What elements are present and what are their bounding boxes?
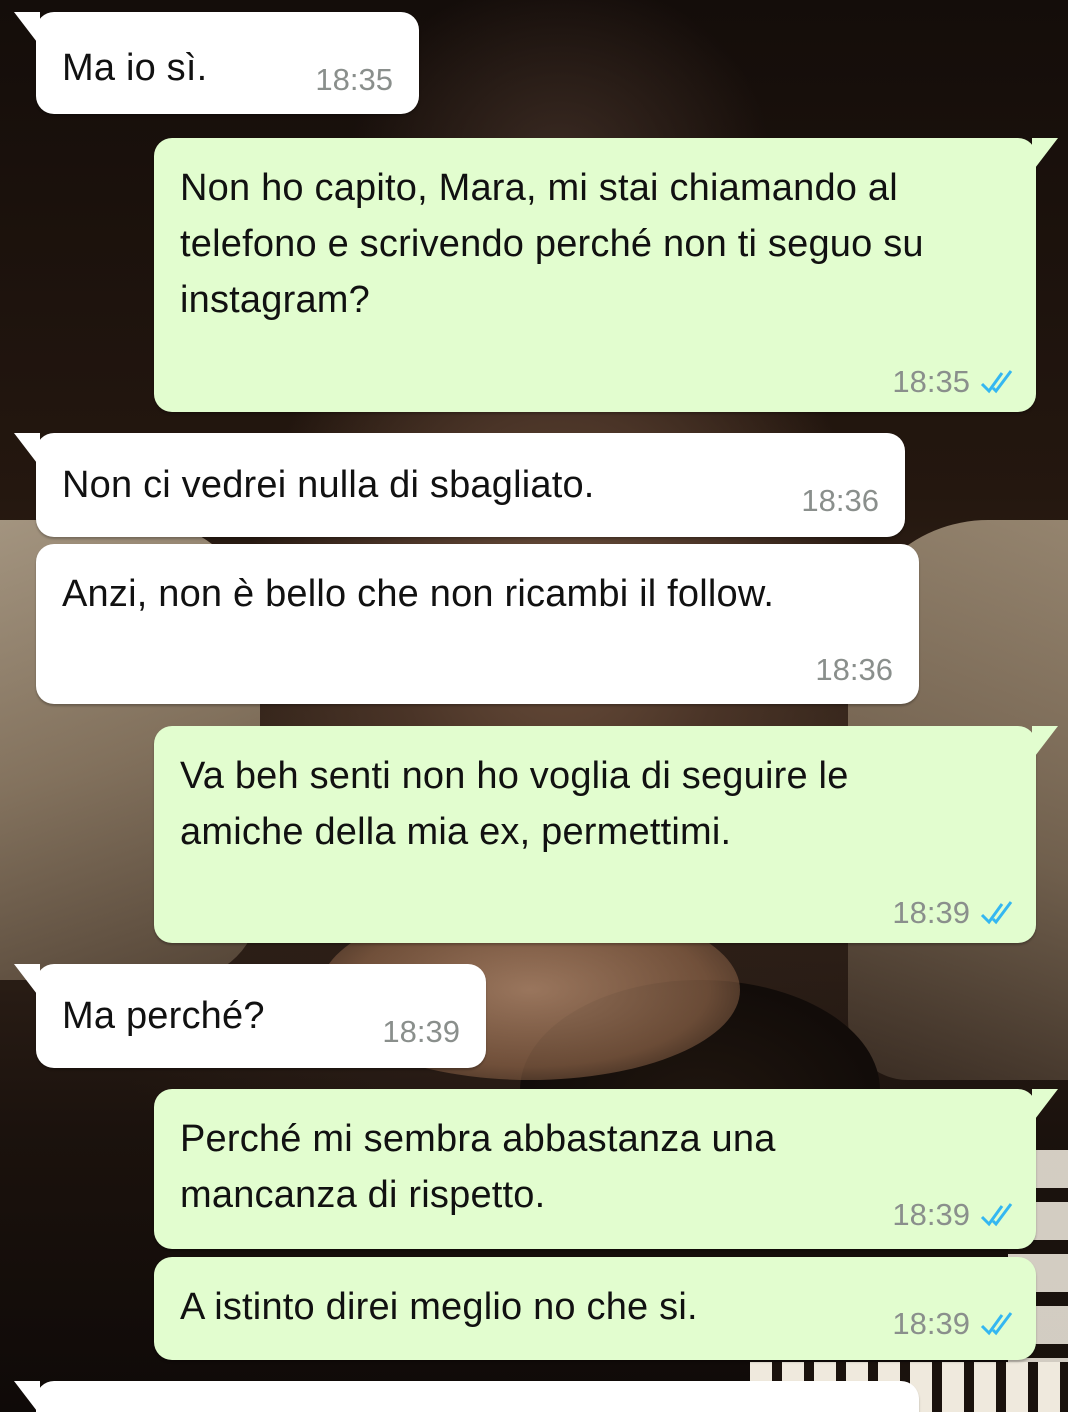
double-check-read-icon <box>980 901 1013 925</box>
incoming-message[interactable]: Anzi, non è bello che non ricambi il fol… <box>36 544 919 704</box>
message-time: 18:35 <box>315 62 393 97</box>
message-text: Anzi, non è bello che non ricambi il fol… <box>62 573 775 615</box>
message-meta: 18:35 <box>315 62 393 98</box>
message-time: 18:39 <box>892 1197 970 1232</box>
message-time: 18:36 <box>801 483 879 518</box>
incoming-message[interactable]: Ma io sì. 18:35 <box>14 12 419 114</box>
message-text: Va beh senti non ho voglia di seguire le… <box>180 755 860 853</box>
outgoing-message[interactable]: Va beh senti non ho voglia di seguire le… <box>154 726 1058 943</box>
bubble-tail <box>14 1381 40 1412</box>
bubble-tail <box>14 12 40 46</box>
bubble-tail <box>1032 1089 1058 1123</box>
message-meta: 18:36 <box>815 652 893 688</box>
message-text: Non ci vedrei nulla di sbagliato. <box>62 464 595 506</box>
message-meta: 18:35 <box>892 364 1014 400</box>
bubble-tail <box>14 433 40 467</box>
double-check-read-icon <box>980 1312 1013 1336</box>
outgoing-message[interactable]: Non ho capito, Mara, mi stai chiamando a… <box>154 138 1058 412</box>
message-text: A istinto direi meglio no che si. <box>180 1286 698 1328</box>
outgoing-message[interactable]: A istinto direi meglio no che si. 18:39 <box>154 1257 1036 1360</box>
outgoing-message[interactable]: Perché mi sembra abbastanza una mancanza… <box>154 1089 1058 1249</box>
incoming-message-partial[interactable] <box>14 1381 919 1412</box>
double-check-read-icon <box>980 370 1013 394</box>
incoming-message[interactable]: Ma perché? 18:39 <box>14 964 486 1068</box>
message-time: 18:36 <box>815 652 893 687</box>
message-meta: 18:39 <box>892 1306 1014 1342</box>
incoming-message[interactable]: Non ci vedrei nulla di sbagliato. 18:36 <box>14 433 905 537</box>
bubble-tail <box>1032 138 1058 172</box>
message-time: 18:39 <box>892 895 970 930</box>
double-check-read-icon <box>980 1203 1013 1227</box>
message-meta: 18:36 <box>801 483 879 519</box>
message-meta: 18:39 <box>382 1014 460 1050</box>
message-time: 18:39 <box>892 1306 970 1341</box>
bubble-tail <box>14 964 40 998</box>
message-time: 18:39 <box>382 1014 460 1049</box>
message-text: Perché mi sembra abbastanza una mancanza… <box>180 1118 787 1216</box>
message-meta: 18:39 <box>892 1197 1014 1233</box>
message-text: Non ho capito, Mara, mi stai chiamando a… <box>180 167 935 321</box>
message-meta: 18:39 <box>892 895 1014 931</box>
message-time: 18:35 <box>892 364 970 399</box>
message-list[interactable]: Ma io sì. 18:35 Non ho capito, Mara, mi … <box>0 0 1068 1412</box>
bubble-tail <box>1032 726 1058 760</box>
